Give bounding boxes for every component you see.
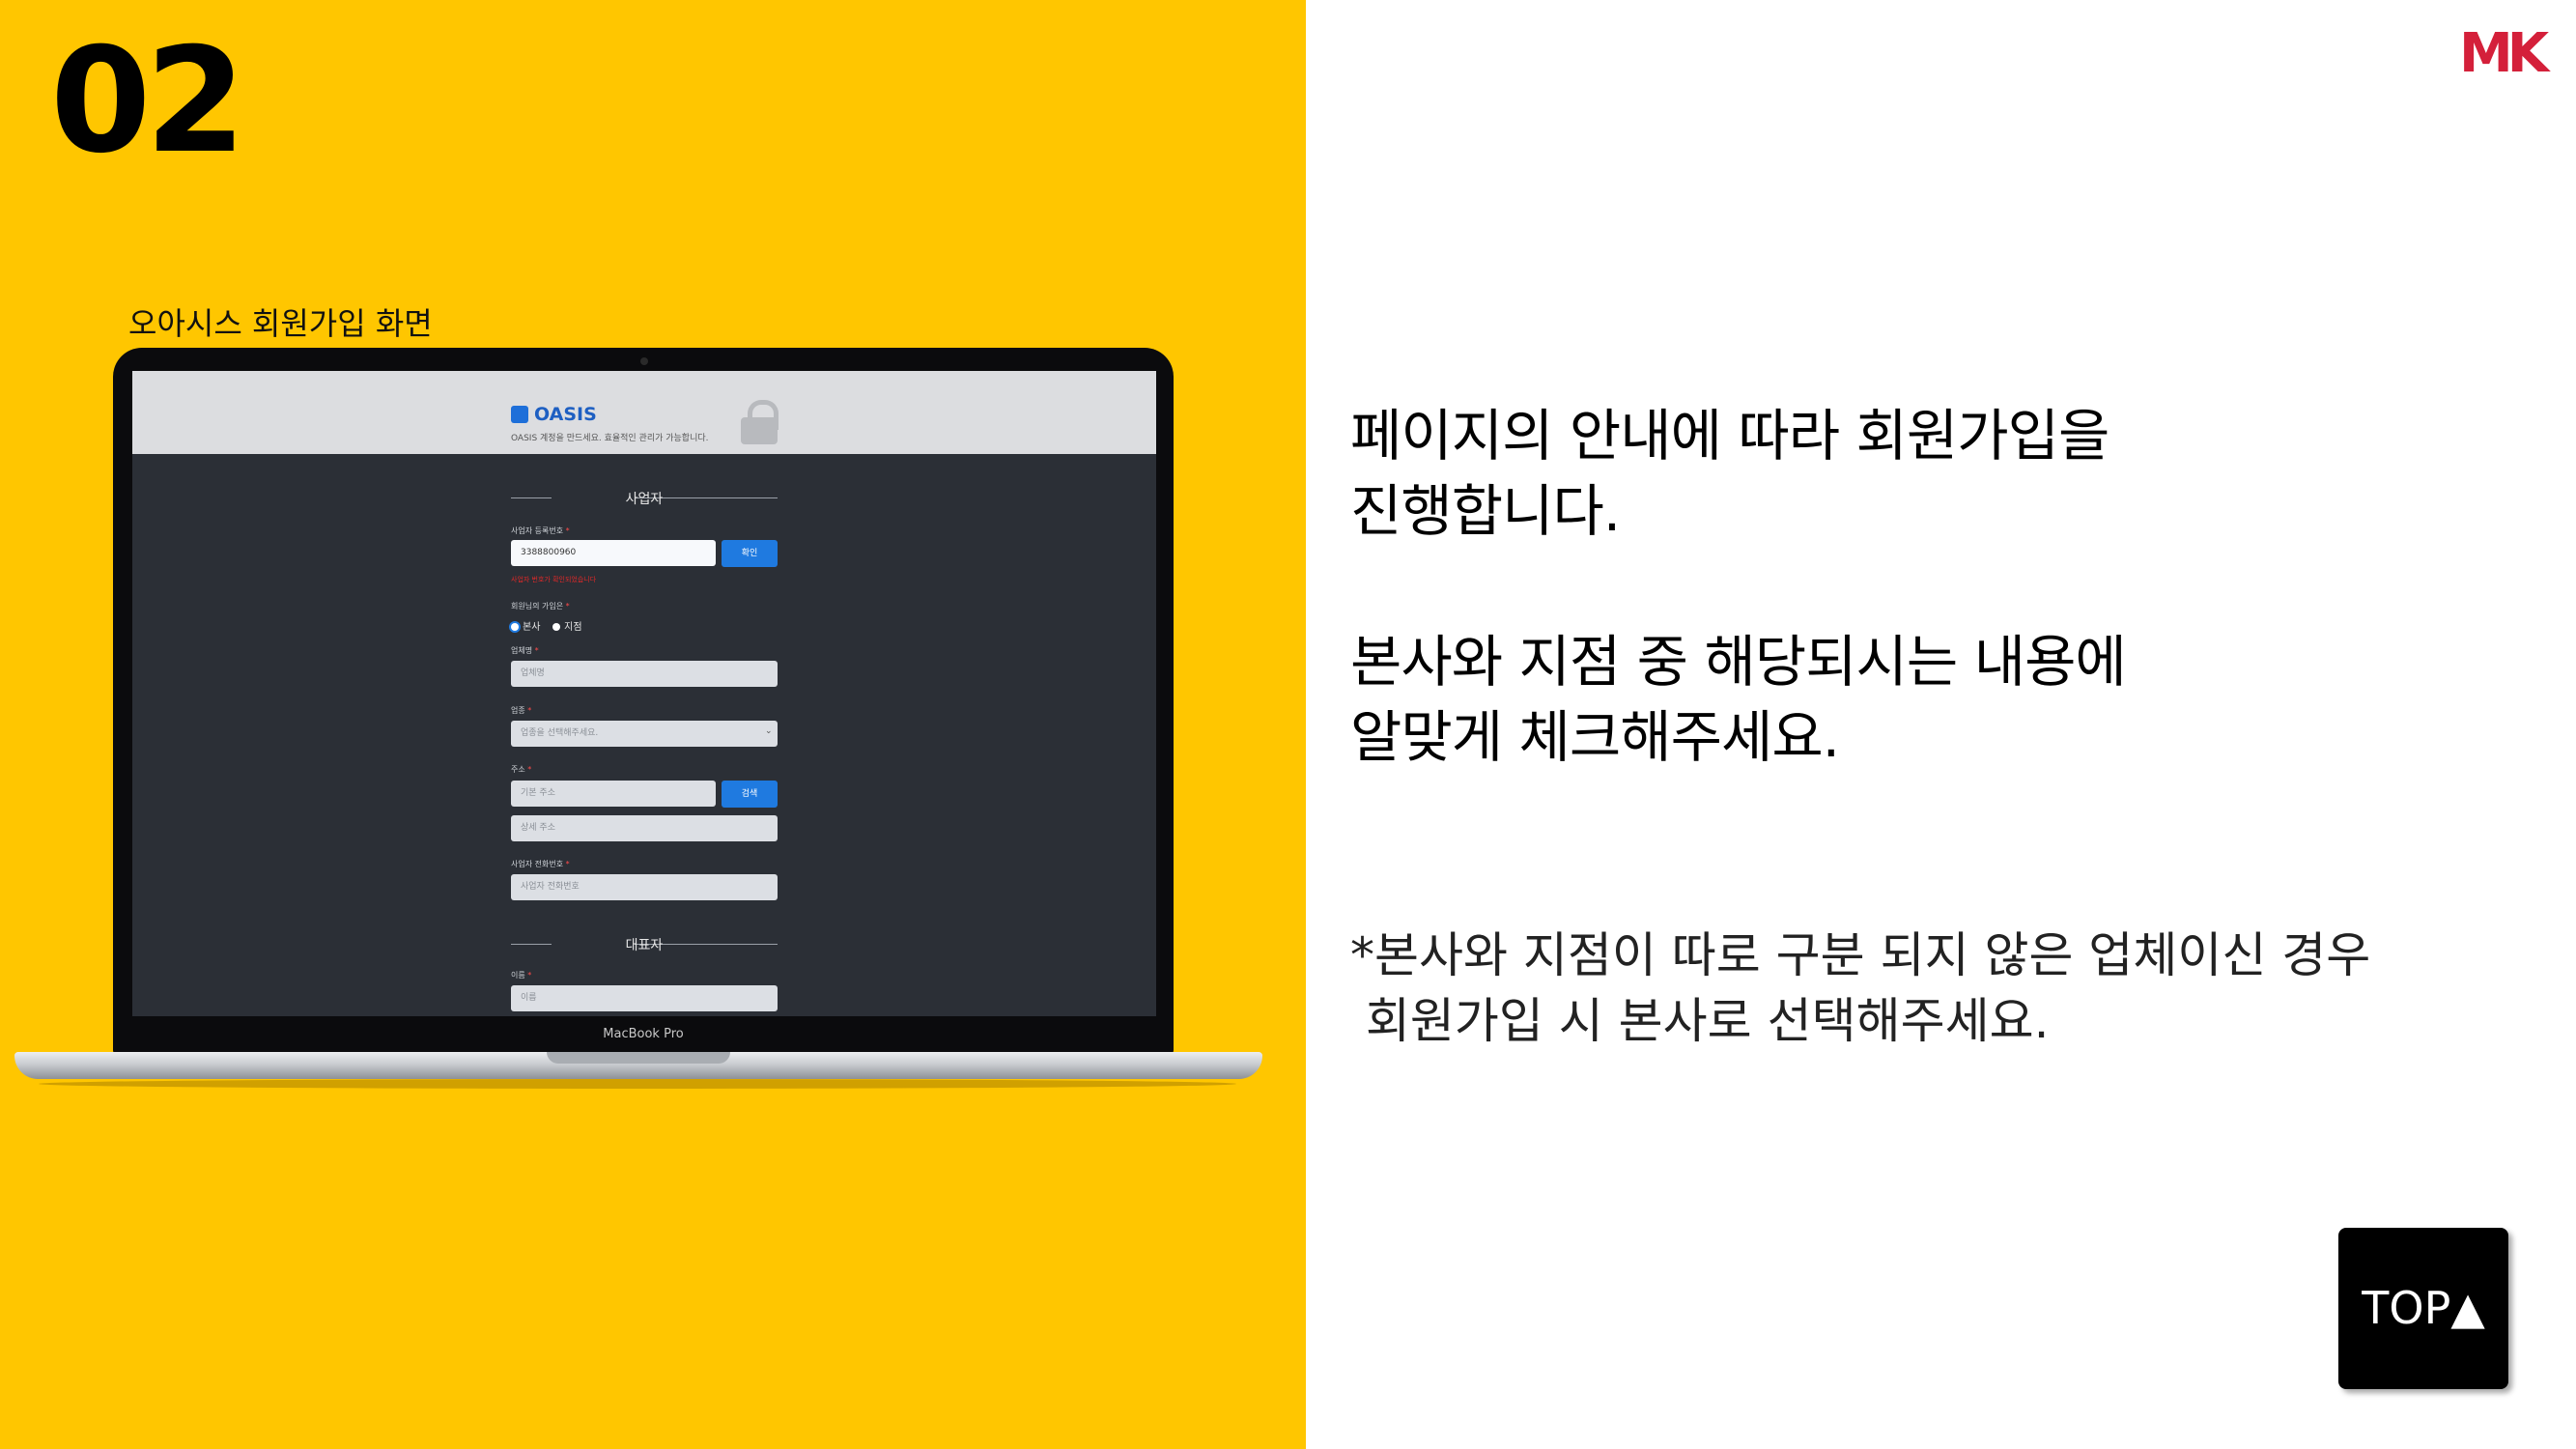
headline-line-2: 진행합니다. — [1350, 478, 1621, 544]
business-reg-message: 사업자 번호가 확인되었습니다 — [511, 576, 597, 583]
camera-dot — [640, 357, 648, 365]
headline-line-4: 알맞게 체크해주세요. — [1350, 704, 1840, 770]
laptop-notch — [547, 1052, 730, 1064]
business-reg-input[interactable]: 3388800960 — [511, 540, 716, 566]
step-number: 02 — [50, 17, 246, 185]
address-search-button[interactable]: 검색 — [722, 781, 778, 808]
chevron-down-icon: ⌄ — [765, 726, 773, 736]
rep-name-label: 이름 * — [511, 971, 532, 980]
radio-head-office[interactable] — [511, 623, 519, 631]
business-reg-label: 사업자 등록번호 * — [511, 526, 570, 535]
company-name-input[interactable]: 업체명 — [511, 661, 778, 687]
lock-icon-body — [741, 417, 778, 444]
signup-subtitle: OASIS 계정을 만드세요. 효율적인 관리가 가능합니다. — [511, 434, 709, 443]
radio-branch[interactable] — [552, 623, 561, 631]
brand-logo: MK — [2459, 22, 2549, 85]
branch-type-label: 회원님의 가입은 * — [511, 602, 570, 611]
radio-head-office-label: 본사 — [523, 622, 541, 633]
headline-line-1: 페이지의 안내에 따라 회원가입을 — [1350, 403, 2109, 469]
confirm-button[interactable]: 확인 — [722, 540, 778, 567]
industry-label: 업종 * — [511, 706, 532, 715]
radio-branch-label: 지점 — [564, 622, 582, 633]
screenshot-caption: 오아시스 회원가입 화면 — [128, 305, 433, 342]
note-line-2: 회원가입 시 본사로 선택해주세요. — [1350, 993, 2050, 1049]
company-name-label: 업체명 * — [511, 646, 539, 655]
oasis-logo: OASIS — [534, 404, 597, 425]
oasis-logo-icon — [511, 406, 528, 423]
phone-input[interactable]: 사업자 전화번호 — [511, 874, 778, 900]
note-line-1: *본사와 지점이 따로 구분 되지 않은 업체이신 경우 — [1350, 927, 2371, 983]
phone-label: 사업자 전화번호 * — [511, 860, 570, 868]
laptop-shadow — [39, 1079, 1236, 1089]
branch-type-radios: 본사 지점 — [511, 618, 582, 633]
rep-section-title: 대표자 — [625, 938, 664, 953]
industry-select[interactable]: 업종을 선택해주세요. — [511, 721, 778, 747]
laptop-screen: OASIS OASIS 계정을 만드세요. 효율적인 관리가 가능합니다. 사업… — [132, 371, 1156, 1016]
business-section-title: 사업자 — [625, 492, 664, 507]
address-detail-input[interactable]: 상세 주소 — [511, 815, 778, 841]
headline-line-3: 본사와 지점 중 해당되시는 내용에 — [1350, 629, 2127, 695]
rep-name-input[interactable]: 이름 — [511, 985, 778, 1011]
top-button[interactable]: TOP▲ — [2338, 1228, 2508, 1389]
address-label: 주소 * — [511, 765, 532, 774]
note-text: *본사와 지점이 따로 구분 되지 않은 업체이신 경우 회원가입 시 본사로 … — [1350, 923, 2370, 1054]
laptop-model-label: MacBook Pro — [603, 1027, 684, 1041]
address-input[interactable]: 기본 주소 — [511, 781, 716, 807]
